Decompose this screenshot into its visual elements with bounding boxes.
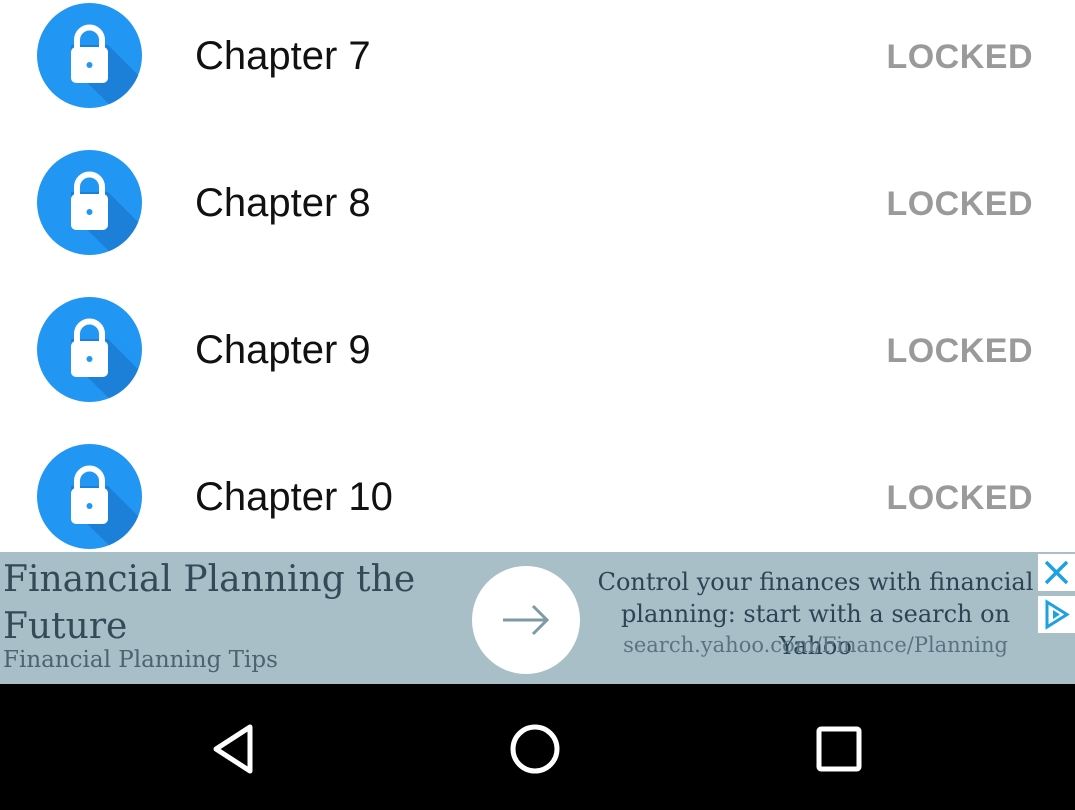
- chapter-row[interactable]: Chapter 7 LOCKED: [0, 0, 1075, 130]
- ad-url[interactable]: search.yahoo.com/Finance/Planning: [588, 633, 1043, 657]
- navigation-bar: [0, 684, 1075, 810]
- lock-icon: [37, 150, 142, 255]
- home-icon[interactable]: [505, 719, 565, 779]
- status-locked-label: LOCKED: [886, 38, 1033, 76]
- status-locked-label: LOCKED: [886, 479, 1033, 517]
- lock-icon: [37, 297, 142, 402]
- recents-icon[interactable]: [809, 719, 869, 779]
- chapter-title: Chapter 10: [195, 475, 393, 519]
- chapter-title: Chapter 9: [195, 328, 371, 372]
- ad-choices-icon[interactable]: [1038, 596, 1075, 633]
- chapter-title: Chapter 7: [195, 34, 371, 78]
- chapter-row[interactable]: Chapter 10 LOCKED: [0, 424, 1075, 552]
- chapter-row[interactable]: Chapter 9 LOCKED: [0, 277, 1075, 424]
- chapter-list: Chapter 7 LOCKED Chapter 8 LOCKED Chapte…: [0, 0, 1075, 552]
- chapter-title: Chapter 8: [195, 181, 371, 225]
- back-icon[interactable]: [203, 719, 263, 779]
- status-locked-label: LOCKED: [886, 185, 1033, 223]
- ad-subline[interactable]: Financial Planning Tips: [3, 647, 278, 673]
- ad-banner[interactable]: Financial Planning the Future Financial …: [0, 552, 1075, 684]
- status-locked-label: LOCKED: [886, 332, 1033, 370]
- close-icon[interactable]: [1038, 554, 1075, 591]
- lock-icon: [37, 3, 142, 108]
- arrow-right-icon[interactable]: [472, 566, 580, 674]
- ad-headline[interactable]: Financial Planning the Future: [3, 556, 443, 650]
- chapter-row[interactable]: Chapter 8 LOCKED: [0, 130, 1075, 277]
- lock-icon: [37, 444, 142, 549]
